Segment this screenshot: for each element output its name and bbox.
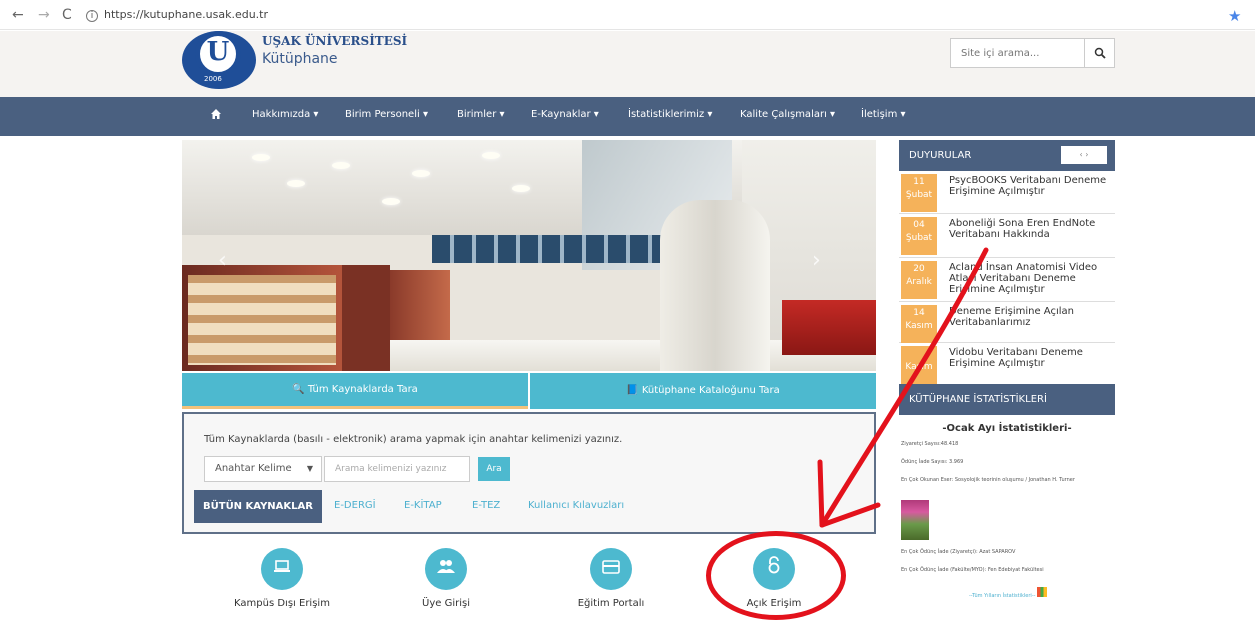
users-icon (425, 548, 467, 590)
hero-next-arrow[interactable]: › (812, 248, 821, 273)
announcement-item[interactable]: 14 Kasım Deneme Erişimine Açılan Veritaba… (899, 302, 1115, 343)
nav-hakkimizda[interactable]: Hakkımızda ▾ (252, 109, 318, 120)
announcement-text[interactable]: Vidobu Veritabanı Deneme Erişimine Açılm… (949, 347, 1109, 369)
search-submit-button[interactable]: Ara (478, 457, 510, 481)
announcement-day: 20 (913, 264, 925, 274)
nav-iletisim[interactable]: İletişim ▾ (861, 109, 906, 120)
announcement-date: 14 Kasım (901, 305, 937, 343)
announcement-month: Aralık (906, 277, 932, 287)
chart-icon (1037, 587, 1048, 597)
nav-birimler[interactable]: Birimler ▾ (457, 109, 505, 120)
quick-link-label: Kampüs Dışı Erişim (234, 598, 330, 609)
announcement-date: 20 Aralık (901, 261, 937, 299)
announcements-pager[interactable]: ‹ › (1061, 146, 1107, 164)
address-bar[interactable]: i https://kutuphane.usak.edu.tr (86, 8, 268, 22)
logo-letter: U (195, 31, 241, 77)
book-cover-image[interactable] (901, 500, 929, 540)
announcement-item[interactable]: 04 Şubat Aboneliği Sona Eren EndNote Veri… (899, 214, 1115, 258)
nav-istatistiklerimiz[interactable]: İstatistiklerimiz ▾ (628, 109, 712, 120)
stat-top-faculty: En Çok Ödünç İade (Fakülte/MYO): Fen Ede… (901, 567, 1044, 573)
home-icon[interactable] (210, 108, 222, 120)
link-e-tez[interactable]: E-TEZ (472, 500, 500, 511)
card-icon (590, 548, 632, 590)
quick-link-member-login[interactable]: Üye Girişi (396, 548, 496, 609)
stats-subtitle: -Ocak Ayı İstatistikleri- (942, 423, 1072, 434)
reload-icon[interactable]: C (62, 7, 72, 23)
announcement-text[interactable]: PsycBOOKS Veritabanı Deneme Erişimine Aç… (949, 175, 1109, 197)
link-e-dergi[interactable]: E-DERGİ (334, 500, 376, 511)
site-search (950, 38, 1115, 68)
hero-prev-arrow[interactable]: ‹ (218, 248, 227, 273)
university-name: UŞAK ÜNİVERSİTESİ (262, 34, 408, 48)
announcement-date: 04 Şubat (901, 217, 937, 255)
library-hero-image (182, 140, 876, 371)
announcement-date: 11 Şubat (901, 174, 937, 212)
university-logo[interactable]: U 2006 (182, 31, 256, 89)
annotation-circle (706, 531, 846, 620)
link-e-kitap[interactable]: E-KİTAP (404, 500, 442, 511)
main-navbar: Hakkımızda ▾ Birim Personeli ▾ Birimler … (0, 97, 1255, 136)
announcement-item[interactable]: 11 Şubat PsycBOOKS Veritabanı Deneme Eriş… (899, 171, 1115, 214)
search-panel: Tüm Kaynaklarda (basılı - elektronik) ar… (182, 412, 876, 534)
announcement-day: 11 (913, 177, 925, 187)
nav-e-kaynaklar[interactable]: E-Kaynaklar ▾ (531, 109, 599, 120)
quick-link-label: Eğitim Portalı (577, 598, 645, 609)
announcement-date: Kasım (901, 346, 937, 384)
search-button[interactable] (1085, 39, 1115, 67)
nav-kalite-calismalari[interactable]: Kalite Çalışmaları ▾ (740, 109, 835, 120)
announcement-text[interactable]: Acland İnsan Anatomisi Video Atlası Veri… (949, 262, 1109, 295)
back-icon[interactable]: ← (12, 7, 24, 23)
all-years-stats-link[interactable]: --Tüm Yılların İstatistikleri-- (900, 587, 1116, 599)
announcement-day: 04 (913, 220, 925, 230)
search-field-select[interactable]: Anahtar Kelime ▼ (204, 456, 322, 482)
announcement-month: Kasım (905, 321, 933, 331)
announcement-item[interactable]: 20 Aralık Acland İnsan Anatomisi Video At… (899, 258, 1115, 302)
announcement-day: 14 (913, 308, 925, 318)
info-icon[interactable]: i (86, 10, 98, 22)
nav-birim-personeli[interactable]: Birim Personeli ▾ (345, 109, 428, 120)
keyword-input[interactable]: Arama kelimenizi yazınız (324, 456, 470, 482)
tab-search-all-resources[interactable]: 🔍 Tüm Kaynaklarda Tara (182, 373, 528, 409)
site-search-input[interactable] (951, 39, 1085, 67)
stat-visitors: Ziyaretçi Sayısı:48.418 (901, 441, 959, 447)
library-name: Kütüphane (262, 51, 338, 67)
quick-link-training-portal[interactable]: Eğitim Portalı (561, 548, 661, 609)
browser-toolbar: ← → C i https://kutuphane.usak.edu.tr ★ (0, 0, 1255, 30)
logo-year: 2006 (204, 75, 222, 83)
announcement-month: Şubat (905, 190, 933, 200)
search-description: Tüm Kaynaklarda (basılı - elektronik) ar… (204, 434, 623, 445)
url-text[interactable]: https://kutuphane.usak.edu.tr (104, 8, 268, 21)
announcement-month: Kasım (905, 362, 933, 372)
quick-link-label: Üye Girişi (422, 598, 470, 609)
announcement-month: Şubat (905, 233, 933, 243)
announcement-text[interactable]: Aboneliği Sona Eren EndNote Veritabanı H… (949, 218, 1109, 240)
tab-search-catalog[interactable]: 📘 Kütüphane Kataloğunu Tara (530, 373, 876, 409)
select-value: Anahtar Kelime (215, 463, 292, 474)
link-user-guides[interactable]: Kullanıcı Kılavuzları (528, 500, 624, 511)
all-resources-button[interactable]: BÜTÜN KAYNAKLAR (194, 490, 322, 523)
library-stats-header: KÜTÜPHANE İSTATİSTİKLERİ (899, 384, 1115, 415)
stat-loans: Ödünç İade Sayısı: 3.969 (901, 459, 964, 465)
all-years-label[interactable]: --Tüm Yılların İstatistikleri-- (969, 593, 1035, 599)
announcements-title: DUYURULAR (909, 150, 972, 161)
forward-icon[interactable]: → (38, 7, 50, 23)
bookmark-star-icon[interactable]: ★ (1228, 7, 1241, 25)
search-icon (1094, 47, 1106, 59)
chevron-down-icon: ▼ (306, 464, 313, 473)
laptop-icon (261, 548, 303, 590)
announcements-header: DUYURULAR ‹ › (899, 140, 1115, 171)
announcement-text[interactable]: Deneme Erişimine Açılan Veritabanlarımız (949, 306, 1109, 328)
quick-link-campus-access[interactable]: Kampüs Dışı Erişim (232, 548, 332, 609)
stat-top-visitor: En Çok Ödünç İade (Ziyaretçi): Azat SAPA… (901, 549, 1016, 555)
stat-most-read: En Çok Okunan Eser: Sosyolojik teorinin … (901, 477, 1075, 483)
announcement-item[interactable]: Kasım Vidobu Veritabanı Deneme Erişimine… (899, 343, 1115, 384)
